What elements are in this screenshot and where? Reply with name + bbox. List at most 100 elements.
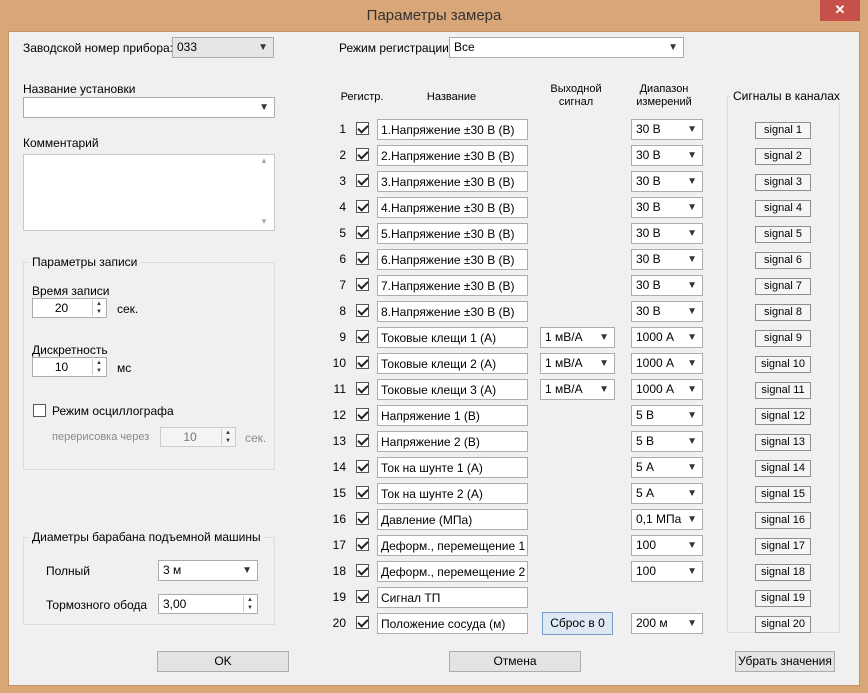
range-select[interactable]: 30 В ▼ — [631, 197, 703, 218]
signal-button[interactable]: signal 15 — [755, 486, 811, 503]
channel-name-field[interactable]: Токовые клещи 1 (А) — [377, 327, 528, 348]
range-select[interactable]: 200 м ▼ — [631, 613, 703, 634]
range-select[interactable]: 30 В ▼ — [631, 249, 703, 270]
register-checkbox[interactable] — [356, 564, 369, 577]
spinner-arrows-icon[interactable]: ▲ ▼ — [243, 596, 256, 612]
signal-button[interactable]: signal 2 — [755, 148, 811, 165]
channel-name-field[interactable]: Токовые клещи 3 (А) — [377, 379, 528, 400]
range-select[interactable]: 5 В ▼ — [631, 405, 703, 426]
channel-name-field[interactable]: Сигнал ТП — [377, 587, 528, 608]
range-select[interactable]: 100 ▼ — [631, 561, 703, 582]
close-icon[interactable]: ✕ — [820, 0, 860, 21]
signal-button[interactable]: signal 19 — [755, 590, 811, 607]
disc-spinner[interactable]: 10 ▲ ▼ — [32, 357, 107, 377]
channel-name-field[interactable]: Ток на шунте 2 (А) — [377, 483, 528, 504]
channel-name-field[interactable]: 7.Напряжение ±30 В (В) — [377, 275, 528, 296]
register-checkbox[interactable] — [356, 538, 369, 551]
spinner-arrows-icon[interactable]: ▲ ▼ — [92, 300, 105, 316]
channel-name-field[interactable]: Положение сосуда (м) — [377, 613, 528, 634]
serial-select[interactable]: 033 ▼ — [172, 37, 274, 58]
osc-checkbox[interactable] — [33, 404, 46, 417]
range-select[interactable]: 5 В ▼ — [631, 431, 703, 452]
channel-name-field[interactable]: 5.Напряжение ±30 В (В) — [377, 223, 528, 244]
output-select[interactable]: 1 мВ/А ▼ — [540, 379, 615, 400]
signal-button[interactable]: signal 10 — [755, 356, 811, 373]
channel-name-field[interactable]: Ток на шунте 1 (А) — [377, 457, 528, 478]
register-checkbox[interactable] — [356, 512, 369, 525]
register-checkbox[interactable] — [356, 356, 369, 369]
signal-button[interactable]: signal 8 — [755, 304, 811, 321]
signal-button[interactable]: signal 1 — [755, 122, 811, 139]
range-select[interactable]: 30 В ▼ — [631, 119, 703, 140]
brake-spinner[interactable]: 3,00 ▲ ▼ — [158, 594, 258, 614]
scroll-up-icon[interactable]: ▲ — [260, 156, 268, 165]
channel-name-field[interactable]: 8.Напряжение ±30 В (В) — [377, 301, 528, 322]
register-checkbox[interactable] — [356, 590, 369, 603]
comment-textarea[interactable] — [23, 154, 275, 231]
signal-button[interactable]: signal 7 — [755, 278, 811, 295]
register-checkbox[interactable] — [356, 408, 369, 421]
signal-button[interactable]: signal 12 — [755, 408, 811, 425]
mode-select[interactable]: Все ▼ — [449, 37, 684, 58]
channel-name-field[interactable]: Давление (МПа) — [377, 509, 528, 530]
range-select[interactable]: 30 В ▼ — [631, 301, 703, 322]
register-checkbox[interactable] — [356, 486, 369, 499]
channel-name-field[interactable]: Напряжение 1 (В) — [377, 405, 528, 426]
cancel-button[interactable]: Отмена — [449, 651, 581, 672]
range-select[interactable]: 1000 А ▼ — [631, 327, 703, 348]
register-checkbox[interactable] — [356, 460, 369, 473]
channel-name-field[interactable]: 6.Напряжение ±30 В (В) — [377, 249, 528, 270]
channel-name-field[interactable]: Деформ., перемещение 1 — [377, 535, 528, 556]
range-select[interactable]: 30 В ▼ — [631, 223, 703, 244]
range-select[interactable]: 1000 А ▼ — [631, 353, 703, 374]
signal-button[interactable]: signal 16 — [755, 512, 811, 529]
output-select[interactable]: 1 мВ/А ▼ — [540, 327, 615, 348]
signal-button[interactable]: signal 3 — [755, 174, 811, 191]
range-select[interactable]: 5 А ▼ — [631, 457, 703, 478]
output-select[interactable]: 1 мВ/А ▼ — [540, 353, 615, 374]
register-checkbox[interactable] — [356, 382, 369, 395]
signal-button[interactable]: signal 13 — [755, 434, 811, 451]
range-select[interactable]: 30 В ▼ — [631, 145, 703, 166]
register-checkbox[interactable] — [356, 148, 369, 161]
spinner-arrows-icon[interactable]: ▲ ▼ — [221, 429, 234, 445]
reset-zero-button[interactable]: Сброс в 0 — [542, 612, 613, 635]
register-checkbox[interactable] — [356, 434, 369, 447]
register-checkbox[interactable] — [356, 616, 369, 629]
register-checkbox[interactable] — [356, 174, 369, 187]
signal-button[interactable]: signal 20 — [755, 616, 811, 633]
range-select[interactable]: 100 ▼ — [631, 535, 703, 556]
register-checkbox[interactable] — [356, 330, 369, 343]
signal-button[interactable]: signal 18 — [755, 564, 811, 581]
range-select[interactable]: 30 В ▼ — [631, 275, 703, 296]
range-select[interactable]: 1000 А ▼ — [631, 379, 703, 400]
redraw-spinner[interactable]: 10 ▲ ▼ — [160, 427, 236, 447]
install-select[interactable]: ▼ — [23, 97, 275, 118]
register-checkbox[interactable] — [356, 278, 369, 291]
clear-values-button[interactable]: Убрать значения — [735, 651, 835, 672]
range-select[interactable]: 0,1 МПа ▼ — [631, 509, 703, 530]
scroll-down-icon[interactable]: ▼ — [260, 217, 268, 226]
register-checkbox[interactable] — [356, 252, 369, 265]
signal-button[interactable]: signal 11 — [755, 382, 811, 399]
channel-name-field[interactable]: Напряжение 2 (В) — [377, 431, 528, 452]
channel-name-field[interactable]: 3.Напряжение ±30 В (В) — [377, 171, 528, 192]
signal-button[interactable]: signal 6 — [755, 252, 811, 269]
signal-button[interactable]: signal 9 — [755, 330, 811, 347]
full-select[interactable]: 3 м ▼ — [158, 560, 258, 581]
channel-name-field[interactable]: Токовые клещи 2 (А) — [377, 353, 528, 374]
ok-button[interactable]: OK — [157, 651, 289, 672]
spinner-arrows-icon[interactable]: ▲ ▼ — [92, 359, 105, 375]
time-spinner[interactable]: 20 ▲ ▼ — [32, 298, 107, 318]
channel-name-field[interactable]: 2.Напряжение ±30 В (В) — [377, 145, 528, 166]
signal-button[interactable]: signal 14 — [755, 460, 811, 477]
channel-name-field[interactable]: Деформ., перемещение 2 — [377, 561, 528, 582]
register-checkbox[interactable] — [356, 200, 369, 213]
range-select[interactable]: 30 В ▼ — [631, 171, 703, 192]
signal-button[interactable]: signal 17 — [755, 538, 811, 555]
signal-button[interactable]: signal 4 — [755, 200, 811, 217]
range-select[interactable]: 5 А ▼ — [631, 483, 703, 504]
register-checkbox[interactable] — [356, 226, 369, 239]
channel-name-field[interactable]: 4.Напряжение ±30 В (В) — [377, 197, 528, 218]
register-checkbox[interactable] — [356, 122, 369, 135]
